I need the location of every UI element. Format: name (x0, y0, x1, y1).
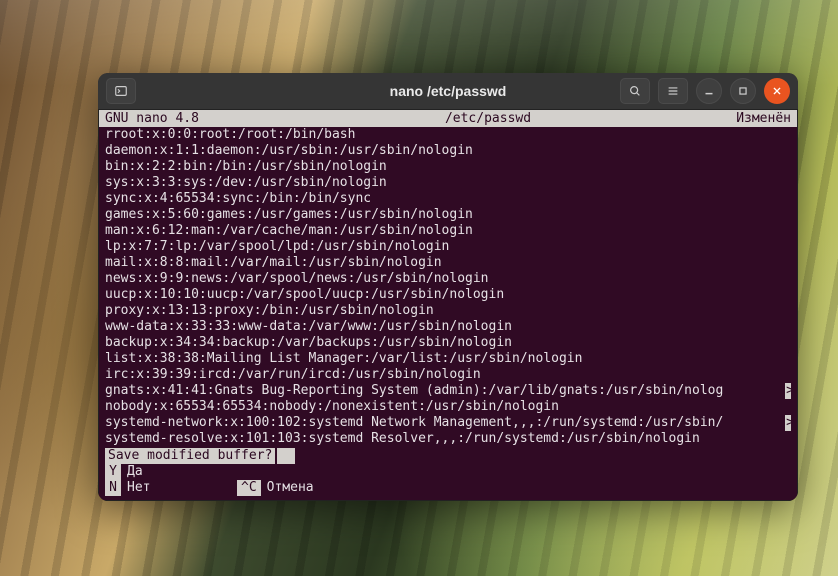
shortcut-item[interactable]: N Нет (105, 480, 237, 496)
shortcut-key: N (105, 480, 121, 496)
menu-button[interactable] (658, 78, 688, 104)
nano-header: GNU nano 4.8 /etc/passwd Изменён (99, 110, 797, 127)
file-line: daemon:x:1:1:daemon:/usr/sbin:/usr/sbin/… (105, 143, 791, 159)
maximize-button[interactable] (730, 78, 756, 104)
close-icon (770, 84, 784, 98)
file-line: news:x:9:9:news:/var/spool/news:/usr/sbi… (105, 271, 791, 287)
terminal-tab-icon (114, 84, 128, 98)
nano-status: Изменён (691, 111, 791, 127)
nano-prompt-row: Save modified buffer? (99, 447, 797, 464)
file-line: www-data:x:33:33:www-data:/var/www:/usr/… (105, 319, 791, 335)
file-line: backup:x:34:34:backup:/var/backups:/usr/… (105, 335, 791, 351)
terminal-body[interactable]: GNU nano 4.8 /etc/passwd Изменён rroot:x… (98, 109, 798, 501)
shortcut-key: Y (105, 464, 121, 480)
file-line: systemd-resolve:x:101:103:systemd Resolv… (105, 431, 791, 447)
nano-shortcuts: Y Да N Нет ^C Отмена (99, 464, 797, 500)
shortcut-label: Да (127, 464, 143, 480)
maximize-icon (736, 84, 750, 98)
titlebar[interactable]: nano /etc/passwd (98, 73, 798, 109)
file-line: rroot:x:0:0:root:/root:/bin/bash (105, 127, 791, 143)
nano-prompt: Save modified buffer? (105, 448, 275, 464)
file-content: rroot:x:0:0:root:/root:/bin/bashdaemon:x… (99, 127, 797, 447)
shortcut-item[interactable]: Y Да (105, 464, 237, 480)
file-line: sys:x:3:3:sys:/dev:/usr/sbin/nologin (105, 175, 791, 191)
nano-version: GNU nano 4.8 (105, 111, 285, 127)
file-line: man:x:6:12:man:/var/cache/man:/usr/sbin/… (105, 223, 791, 239)
file-line: list:x:38:38:Mailing List Manager:/var/l… (105, 351, 791, 367)
file-line: nobody:x:65534:65534:nobody:/nonexistent… (105, 399, 791, 415)
minimize-icon (702, 84, 716, 98)
search-button[interactable] (620, 78, 650, 104)
file-line: games:x:5:60:games:/usr/games:/usr/sbin/… (105, 207, 791, 223)
file-line: proxy:x:13:13:proxy:/bin:/usr/sbin/nolog… (105, 303, 791, 319)
minimize-button[interactable] (696, 78, 722, 104)
shortcut-label: Отмена (267, 480, 314, 496)
shortcut-item[interactable]: ^C Отмена (237, 480, 369, 496)
shortcut-label: Нет (127, 480, 150, 496)
file-line: uucp:x:10:10:uucp:/var/spool/uucp:/usr/s… (105, 287, 791, 303)
shortcut-key: ^C (237, 480, 261, 496)
file-line: sync:x:4:65534:sync:/bin:/bin/sync (105, 191, 791, 207)
close-button[interactable] (764, 78, 790, 104)
file-line: systemd-network:x:100:102:systemd Networ… (105, 415, 791, 431)
file-line: bin:x:2:2:bin:/bin:/usr/sbin/nologin (105, 159, 791, 175)
new-tab-button[interactable] (106, 78, 136, 104)
terminal-window: nano /etc/passwd GNU nano 4.8 /etc/passw… (98, 73, 798, 501)
file-line: mail:x:8:8:mail:/var/mail:/usr/sbin/nolo… (105, 255, 791, 271)
search-icon (628, 84, 642, 98)
nano-prompt-cursor[interactable] (277, 448, 295, 464)
file-line: irc:x:39:39:ircd:/var/run/ircd:/usr/sbin… (105, 367, 791, 383)
hamburger-icon (666, 84, 680, 98)
file-line: gnats:x:41:41:Gnats Bug-Reporting System… (105, 383, 791, 399)
nano-filename: /etc/passwd (285, 111, 691, 127)
file-line: lp:x:7:7:lp:/var/spool/lpd:/usr/sbin/nol… (105, 239, 791, 255)
